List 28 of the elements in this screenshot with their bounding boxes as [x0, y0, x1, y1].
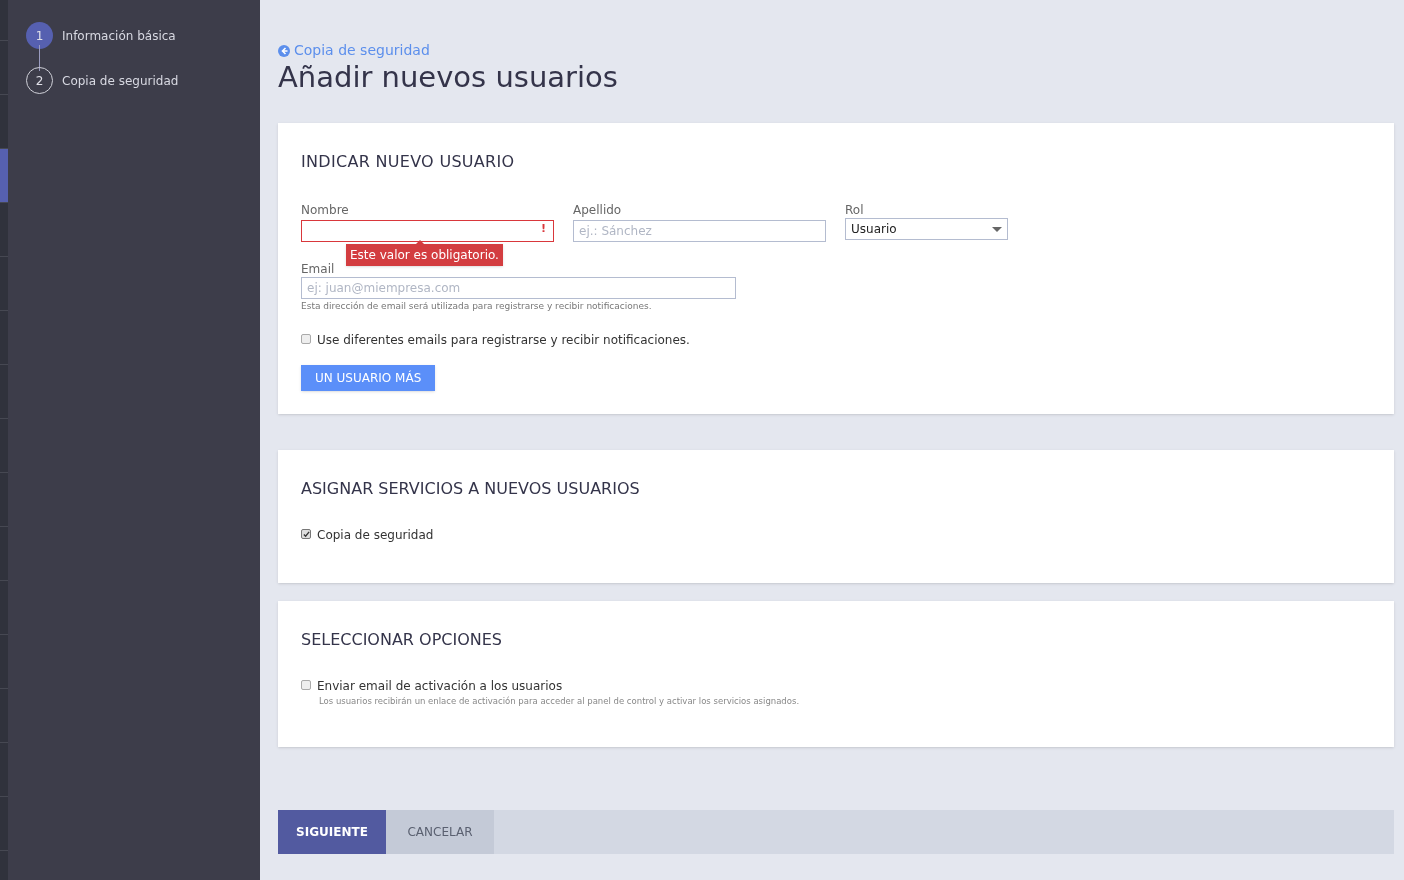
cancel-button[interactable]: CANCELAR: [386, 810, 494, 854]
field-label: Apellido: [573, 202, 623, 218]
checkbox[interactable]: [301, 680, 311, 690]
role-select[interactable]: Usuario: [845, 218, 1008, 240]
option-hint: Los usuarios recibirán un enlace de activación para acceder al panel de control y activar los servicios asignados.: [319, 695, 800, 708]
field-label: Nombre: [301, 202, 350, 218]
step-label[interactable]: Copia de seguridad: [62, 71, 179, 90]
text-field[interactable]: ej.: Sánchez: [573, 220, 826, 242]
section-heading: INDICAR NUEVO USUARIO: [301, 151, 516, 173]
field-hint: Esta dirección de email será utilizada para registrarse y recibir notificaciones.: [301, 300, 653, 313]
next-button[interactable]: SIGUIENTE: [278, 810, 386, 854]
back-arrow-icon: [278, 44, 290, 57]
checkbox-label: Enviar email de activación a los usuarios: [317, 678, 564, 695]
checkbox[interactable]: [301, 529, 311, 539]
section-heading: SELECCIONAR OPCIONES: [301, 629, 504, 651]
step-label[interactable]: Información básica: [62, 26, 176, 45]
checkbox[interactable]: [301, 333, 311, 344]
page-title: Añadir nuevos usuarios: [278, 60, 619, 94]
caret-icon: [992, 226, 1002, 232]
checkbox-label: Use diferentes emails para registrarse y recibir notificaciones.: [317, 331, 690, 349]
field-label: Email: [301, 261, 336, 277]
section-heading: ASIGNAR SERVICIOS A NUEVOS USUARIOS: [301, 478, 641, 500]
field-label: Rol: [845, 202, 865, 218]
text-field[interactable]: [301, 220, 554, 242]
error-mark: !: [540, 221, 546, 237]
step-number: 1: [26, 22, 53, 49]
email-field[interactable]: ej: juan@miempresa.com: [301, 277, 736, 299]
checkbox-label: Copia de seguridad: [317, 527, 434, 544]
